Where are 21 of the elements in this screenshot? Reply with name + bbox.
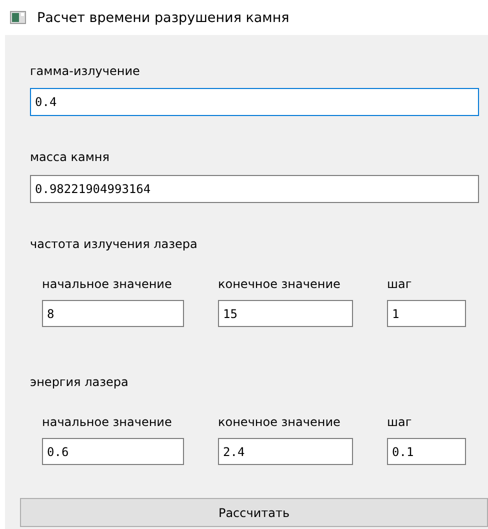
field-label: шаг <box>387 414 412 430</box>
input-field[interactable]: 1 <box>387 300 466 327</box>
field-label: гамма-излучение <box>30 63 140 79</box>
field-label: шаг <box>387 276 412 292</box>
field-label: начальное значение <box>42 414 172 430</box>
input-field[interactable]: 15 <box>218 300 353 327</box>
input-field[interactable]: 8 <box>42 300 184 327</box>
input-field[interactable]: 0.1 <box>387 438 466 465</box>
calculate-button[interactable]: Рассчитать <box>20 498 488 527</box>
window-title: Расчет времени разрушения камня <box>37 10 290 26</box>
input-field[interactable]: 2.4 <box>218 438 353 465</box>
input-field[interactable]: 0.98221904993164 <box>30 175 479 203</box>
field-label: начальное значение <box>42 276 172 292</box>
app-icon <box>10 11 26 24</box>
input-field[interactable]: 0.6 <box>42 438 184 465</box>
field-label: частота излучения лазера <box>30 236 198 252</box>
field-label: масса камня <box>30 149 110 165</box>
input-field[interactable]: 0.4 <box>30 88 479 116</box>
field-label: конечное значение <box>218 276 340 292</box>
field-label: энергия лазера <box>30 374 128 390</box>
field-label: конечное значение <box>218 414 340 430</box>
